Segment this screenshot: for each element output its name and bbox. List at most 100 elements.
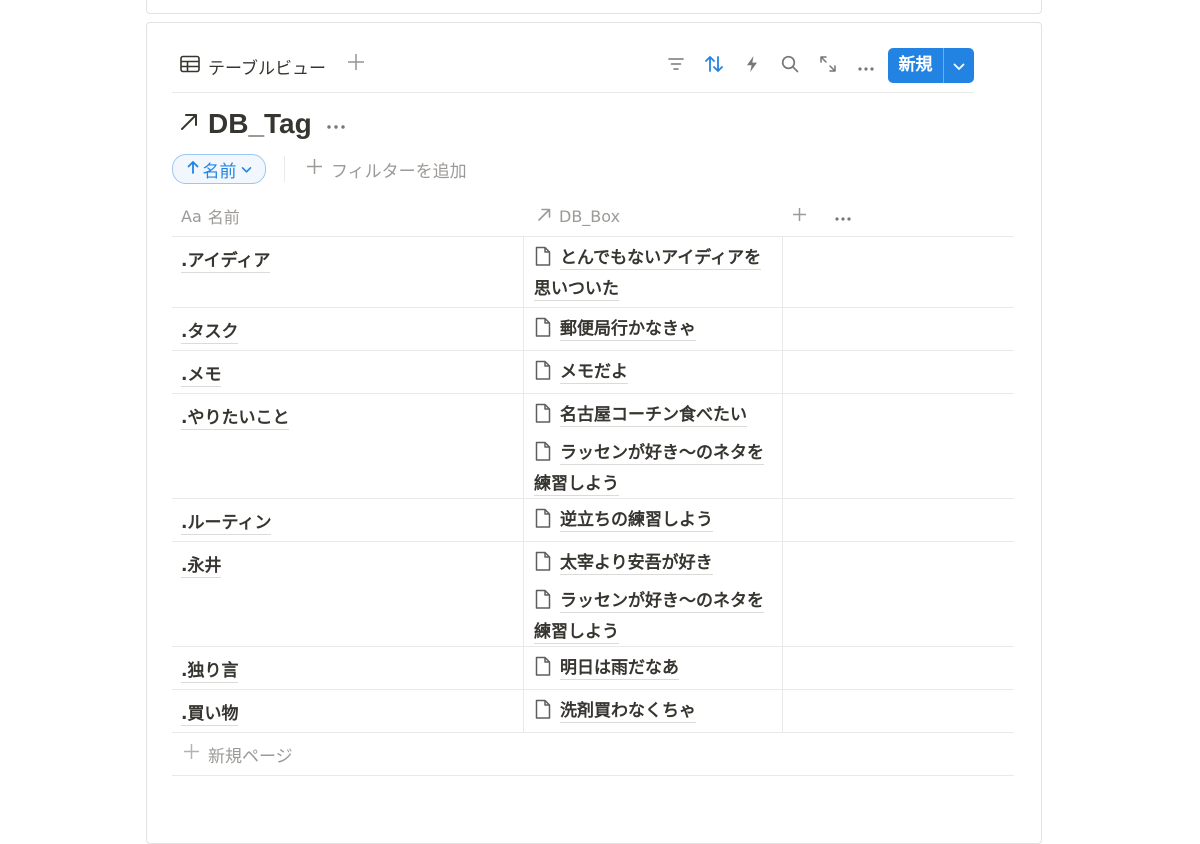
- table-header: Aa 名前 DB_Box: [172, 196, 1014, 237]
- relation-label[interactable]: とんでもないアイディアを思いついた: [534, 248, 762, 301]
- cell-db-box[interactable]: メモだよ: [524, 351, 783, 393]
- relation-label[interactable]: ラッセンが好き〜のネタを練習しよう: [534, 443, 764, 496]
- table-row[interactable]: .独り言 明日は雨だなあ: [172, 647, 1014, 690]
- relation-item[interactable]: 名古屋コーチン食べたい: [534, 402, 774, 433]
- table-more-button[interactable]: [834, 196, 852, 236]
- more-button[interactable]: [853, 53, 879, 79]
- sort-chip[interactable]: 名前: [172, 154, 266, 184]
- expand-button[interactable]: [815, 53, 841, 79]
- table-row[interactable]: .タスク 郵便局行かなきゃ: [172, 308, 1014, 351]
- title-more-icon[interactable]: [326, 115, 346, 134]
- table-row[interactable]: .買い物 洗剤買わなくちゃ: [172, 690, 1014, 733]
- relation-item[interactable]: 洗剤買わなくちゃ: [534, 698, 774, 729]
- tab-label: テーブルビュー: [208, 58, 326, 79]
- table-row[interactable]: .やりたいこと 名古屋コーチン食べたいラッセンが好き〜のネタを練習しよう: [172, 394, 1014, 499]
- column-label: 名前: [207, 208, 240, 227]
- more-horizontal-icon: [857, 57, 875, 76]
- cell-db-box[interactable]: 洗剤買わなくちゃ: [524, 690, 783, 732]
- relation-arrow-icon: [536, 206, 553, 227]
- cell-db-box[interactable]: 郵便局行かなきゃ: [524, 308, 783, 350]
- row-title[interactable]: .永井: [181, 556, 222, 578]
- cell-name[interactable]: .永井: [172, 542, 524, 646]
- relation-label[interactable]: 名古屋コーチン食べたい: [560, 405, 747, 427]
- cell-db-box[interactable]: 太宰より安吾が好きラッセンが好き〜のネタを練習しよう: [524, 542, 783, 646]
- column-label: DB_Box: [559, 206, 621, 226]
- new-dropdown-button[interactable]: [944, 48, 974, 83]
- cell-name[interactable]: .やりたいこと: [172, 394, 524, 498]
- relation-item[interactable]: 逆立ちの練習しよう: [534, 507, 774, 538]
- cell-name[interactable]: .独り言: [172, 647, 524, 689]
- relation-label[interactable]: ラッセンが好き〜のネタを練習しよう: [534, 591, 764, 644]
- column-header-db-box[interactable]: DB_Box: [536, 196, 620, 236]
- table-row[interactable]: .メモ メモだよ: [172, 351, 1014, 394]
- arrow-up-icon: [187, 159, 199, 179]
- plus-icon: [306, 158, 323, 180]
- sort-icon: [704, 55, 724, 77]
- relation-label[interactable]: 洗剤買わなくちゃ: [560, 701, 696, 723]
- database-title[interactable]: DB_Tag: [178, 104, 346, 144]
- page-icon: [534, 699, 552, 729]
- new-page-button[interactable]: 新規ページ: [172, 733, 1014, 776]
- cell-db-box[interactable]: 逆立ちの練習しよう: [524, 499, 783, 541]
- row-title[interactable]: .やりたいこと: [181, 408, 290, 430]
- page-icon: [534, 551, 552, 581]
- page-icon: [534, 508, 552, 538]
- relation-label[interactable]: メモだよ: [560, 362, 628, 384]
- plus-icon: [792, 207, 807, 226]
- cell-name[interactable]: .ルーティン: [172, 499, 524, 541]
- view-toolbar: テーブルビュー 新規: [172, 48, 974, 93]
- expand-icon: [819, 55, 837, 77]
- table-row[interactable]: .ルーティン 逆立ちの練習しよう: [172, 499, 1014, 542]
- automation-button[interactable]: [739, 53, 765, 79]
- row-title[interactable]: .メモ: [181, 365, 222, 387]
- search-button[interactable]: [777, 53, 803, 79]
- new-button-label[interactable]: 新規: [888, 48, 944, 83]
- page-title[interactable]: DB_Tag: [208, 108, 312, 140]
- cell-name[interactable]: .アイディア: [172, 237, 524, 307]
- relation-label[interactable]: 逆立ちの練習しよう: [560, 510, 713, 532]
- row-title[interactable]: .ルーティン: [181, 513, 272, 535]
- chevron-down-icon: [241, 159, 252, 179]
- plus-icon: [183, 743, 200, 765]
- sort-button[interactable]: [701, 53, 727, 79]
- row-title[interactable]: .買い物: [181, 704, 239, 726]
- cell-name[interactable]: .メモ: [172, 351, 524, 393]
- cell-db-box[interactable]: 名古屋コーチン食べたいラッセンが好き〜のネタを練習しよう: [524, 394, 783, 498]
- tab-table-view[interactable]: テーブルビュー: [180, 54, 326, 79]
- add-filter-button[interactable]: フィルターを追加: [306, 156, 467, 182]
- cell-name[interactable]: .タスク: [172, 308, 524, 350]
- relation-item[interactable]: ラッセンが好き〜のネタを練習しよう: [534, 588, 774, 646]
- previous-block: [146, 0, 1042, 14]
- table-body: .アイディア とんでもないアイディアを思いついた .タスク 郵便局行かなきゃ .メモ メモ…: [172, 237, 1014, 733]
- relation-item[interactable]: メモだよ: [534, 359, 774, 390]
- page-icon: [534, 656, 552, 686]
- relation-label[interactable]: 郵便局行かなきゃ: [560, 319, 696, 341]
- relation-item[interactable]: 太宰より安吾が好き: [534, 550, 774, 581]
- relation-item[interactable]: 郵便局行かなきゃ: [534, 316, 774, 347]
- lightning-icon: [745, 55, 759, 77]
- row-title[interactable]: .アイディア: [181, 251, 271, 273]
- add-property-button[interactable]: [792, 196, 807, 236]
- cell-db-box[interactable]: とんでもないアイディアを思いついた: [524, 237, 783, 307]
- more-horizontal-icon: [834, 207, 852, 226]
- plus-icon: [347, 53, 365, 75]
- table-row[interactable]: .永井 太宰より安吾が好きラッセンが好き〜のネタを練習しよう: [172, 542, 1014, 647]
- relation-label[interactable]: 明日は雨だなあ: [560, 658, 679, 680]
- text-type-icon: Aa: [181, 206, 202, 226]
- cell-db-box[interactable]: 明日は雨だなあ: [524, 647, 783, 689]
- filter-button[interactable]: [663, 53, 689, 79]
- page-icon: [534, 589, 552, 619]
- relation-label[interactable]: 太宰より安吾が好き: [560, 553, 713, 575]
- database-table: Aa 名前 DB_Box .アイディア とんでもないアイディアを思いついた .タスク…: [172, 196, 1014, 776]
- table-row[interactable]: .アイディア とんでもないアイディアを思いついた: [172, 237, 1014, 308]
- relation-item[interactable]: とんでもないアイディアを思いついた: [534, 245, 774, 303]
- relation-item[interactable]: ラッセンが好き〜のネタを練習しよう: [534, 440, 774, 498]
- column-header-name[interactable]: Aa 名前: [181, 196, 240, 236]
- filter-icon: [667, 56, 685, 76]
- row-title[interactable]: .独り言: [181, 661, 239, 683]
- cell-name[interactable]: .買い物: [172, 690, 524, 732]
- relation-item[interactable]: 明日は雨だなあ: [534, 655, 774, 686]
- new-button[interactable]: 新規: [888, 48, 974, 83]
- row-title[interactable]: .タスク: [181, 322, 239, 344]
- add-view-button[interactable]: [344, 52, 368, 76]
